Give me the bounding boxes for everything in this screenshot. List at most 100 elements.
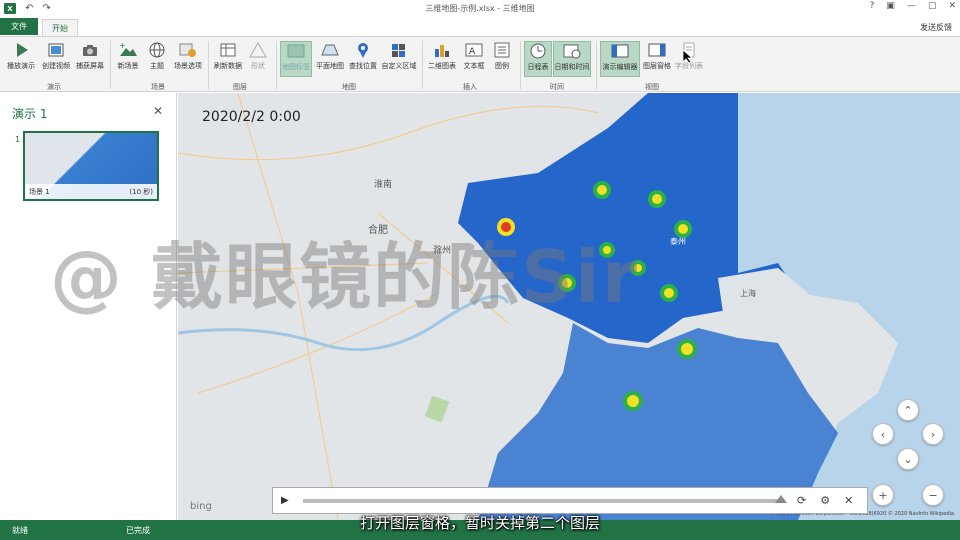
globe-icon (147, 41, 167, 59)
status-ready: 就绪 (12, 526, 28, 535)
map-timestamp: 2020/2/2 0:00 (202, 109, 301, 125)
scene-duration: (10 秒) (129, 187, 153, 196)
map-label: 合肥 (368, 223, 388, 236)
playback-handle[interactable] (775, 494, 787, 503)
map-label: 上海 (740, 288, 756, 298)
title-bar: X ↶ ↷ 三维地图-示例.xlsx - 三维地图 ? ▣ — ▢ ✕ (0, 0, 960, 17)
close-window-icon[interactable]: ✕ (948, 1, 956, 11)
rotate-left-button[interactable]: ‹ (872, 423, 894, 445)
tour-editor-icon (610, 42, 630, 60)
help-icon[interactable]: ? (870, 1, 875, 11)
group-label-layer: 图层 (233, 83, 247, 91)
tilt-down-button[interactable]: ⌄ (897, 448, 919, 470)
restore-icon[interactable]: ▢ (928, 1, 937, 11)
tour-player-bar: ▶ ⟳ ⚙ ✕ (272, 487, 868, 514)
map-label: 泰州 (670, 236, 686, 246)
ribbon: 播放演示 创建视频 捕获屏幕 演示 + 新场景 主题 场景选项 场景 刷新数据 … (0, 36, 960, 92)
layer-pane-button[interactable]: 图层窗格 (642, 41, 672, 77)
scene-gear-icon (178, 41, 198, 59)
capture-screen-button[interactable]: 捕获屏幕 (74, 41, 106, 77)
tab-file[interactable]: 文件 (0, 18, 38, 35)
scene-thumbnail[interactable]: 场景 1 (10 秒) (23, 131, 159, 201)
shapes-icon (248, 41, 268, 59)
text-box-icon: A (464, 41, 484, 59)
flat-map-button[interactable]: 平面地图 (314, 41, 346, 77)
map-labels-icon (286, 42, 306, 60)
create-video-button[interactable]: 创建视频 (40, 41, 72, 77)
theme-button[interactable]: 主题 (144, 41, 170, 77)
map-app-window: X ↶ ↷ 三维地图-示例.xlsx - 三维地图 ? ▣ — ▢ ✕ 文件 开… (0, 0, 960, 540)
text-box-button[interactable]: A 文本框 (461, 41, 487, 77)
scene-number: 1 (15, 135, 21, 144)
find-location-button[interactable]: 查找位置 (348, 41, 378, 77)
send-feedback-link[interactable]: 发送反馈 (920, 22, 952, 33)
zoom-out-button[interactable]: − (922, 484, 944, 506)
ribbon-display-icon[interactable]: ▣ (886, 1, 895, 11)
tour-pane-title: 演示 1 (12, 107, 48, 121)
custom-regions-button[interactable]: 自定义区域 (380, 41, 418, 77)
map-graphic: 淮南 滁州 合肥 泰州 上海 (178, 93, 960, 520)
map-pin-icon (353, 41, 373, 59)
status-completed: 已完成 (126, 526, 150, 535)
chart-2d-button[interactable]: 二维图表 (426, 41, 458, 77)
timeline-button[interactable]: 日程表 (524, 41, 552, 77)
tilt-up-button[interactable]: ⌃ (897, 399, 919, 421)
svg-text:A: A (469, 47, 476, 57)
group-separator (422, 41, 423, 89)
group-label-map: 地图 (342, 83, 356, 91)
redo-icon[interactable]: ↷ (42, 3, 50, 14)
layer-pane-icon (647, 41, 667, 59)
tour-editor-button[interactable]: 演示编辑器 (600, 41, 640, 77)
status-bar: 就绪 已完成 (0, 520, 960, 540)
ribbon-tabs: 文件 开始 发送反馈 (0, 17, 960, 36)
map-label: 淮南 (374, 178, 392, 190)
map-label: 滁州 (433, 245, 451, 256)
refresh-data-icon (218, 41, 238, 59)
video-icon (46, 41, 66, 59)
settings-icon[interactable]: ⚙ (820, 494, 830, 507)
legend-icon (492, 41, 512, 59)
close-player-icon[interactable]: ✕ (844, 494, 853, 507)
legend-button[interactable]: 图例 (490, 41, 514, 77)
playback-track[interactable] (303, 494, 787, 503)
refresh-icon[interactable]: ⟳ (797, 494, 806, 507)
map-labels-button[interactable]: 地图标签 (280, 41, 312, 77)
close-pane-icon[interactable]: ✕ (153, 104, 163, 118)
excel-icon: X (4, 3, 16, 14)
window-title: 三维地图-示例.xlsx - 三维地图 (425, 4, 535, 13)
map-canvas[interactable]: 淮南 滁州 合肥 泰州 上海 2020/2/2 0:00 bing © 2020… (178, 93, 960, 520)
window-controls: ? ▣ — ▢ ✕ (870, 1, 956, 11)
camera-icon (80, 41, 100, 59)
bing-logo: bing (190, 501, 212, 512)
undo-icon[interactable]: ↶ (25, 3, 33, 14)
shapes-button[interactable]: 形状 (246, 41, 270, 77)
group-label-scene: 场景 (151, 83, 165, 91)
clock-icon (528, 42, 548, 60)
svg-text:+: + (119, 41, 126, 50)
new-scene-icon: + (118, 41, 138, 59)
tour-pane: 演示 1 ✕ 1 场景 1 (10 秒) (0, 93, 177, 520)
new-scene-button[interactable]: + 新场景 (114, 41, 142, 77)
tab-home[interactable]: 开始 (42, 19, 78, 36)
flat-map-icon (320, 41, 340, 59)
group-separator (276, 41, 277, 89)
play-tour-button[interactable]: 播放演示 (4, 41, 38, 77)
calendar-clock-icon (562, 42, 582, 60)
group-separator (520, 41, 521, 89)
quick-access-toolbar: X ↶ ↷ (0, 3, 120, 14)
mouse-cursor-icon (683, 50, 693, 64)
scene-options-button[interactable]: 场景选项 (172, 41, 204, 77)
group-separator (596, 41, 597, 89)
zoom-in-button[interactable]: + (872, 484, 894, 506)
group-separator (110, 41, 111, 89)
group-label-tour: 演示 (47, 83, 61, 91)
refresh-data-button[interactable]: 刷新数据 (212, 41, 244, 77)
play-icon[interactable]: ▶ (281, 495, 297, 506)
play-icon (11, 41, 31, 59)
date-time-button[interactable]: 日期和时间 (553, 41, 591, 77)
group-separator (208, 41, 209, 89)
group-label-view: 视图 (645, 83, 659, 91)
rotate-right-button[interactable]: › (922, 423, 944, 445)
minimize-icon[interactable]: — (907, 1, 916, 11)
group-label-insert: 插入 (463, 83, 477, 91)
